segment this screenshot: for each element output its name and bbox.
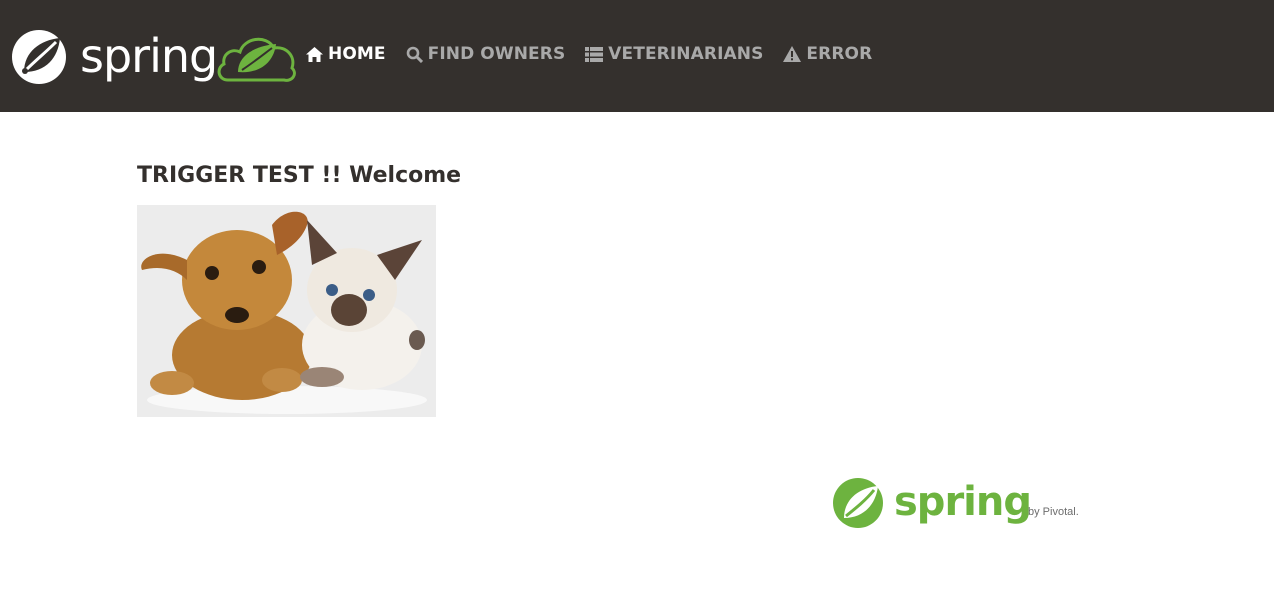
footer-by-pivotal: by Pivotal.	[1028, 506, 1079, 518]
footer-spring-text: spring	[894, 479, 1032, 525]
nav-veterinarians[interactable]: VETERINARIANS	[585, 44, 763, 64]
home-icon	[306, 46, 323, 62]
nav-home-label: HOME	[328, 44, 386, 64]
nav-veterinarians-label: VETERINARIANS	[608, 44, 764, 64]
nav-find-owners-label: FIND OWNERS	[427, 44, 566, 64]
nav-home[interactable]: HOME	[306, 44, 386, 64]
nav-error-label: ERROR	[806, 44, 873, 64]
search-icon	[406, 46, 423, 63]
brand-logo[interactable]: spring	[10, 26, 298, 86]
list-icon	[585, 46, 604, 62]
pets-image	[137, 205, 436, 417]
welcome-heading: TRIGGER TEST !! Welcome	[137, 163, 462, 188]
cloud-leaf-icon	[217, 37, 296, 82]
main-nav: HOME FIND OWNERS VETERINARIANS ERROR	[306, 40, 892, 68]
brand-text: spring	[80, 29, 218, 83]
spring-leaf-icon	[12, 30, 66, 84]
navbar: spring HOME FIND OWNERS VETERINARIANS ER…	[0, 0, 1274, 112]
main-content: TRIGGER TEST !! Welcome	[137, 160, 462, 417]
puppy-kitten-illustration	[141, 211, 427, 414]
spring-leaf-icon	[833, 478, 883, 528]
warning-icon	[783, 46, 802, 62]
nav-error[interactable]: ERROR	[783, 44, 872, 64]
footer-spring-logo: spring by Pivotal.	[832, 476, 1084, 530]
nav-find-owners[interactable]: FIND OWNERS	[406, 44, 566, 64]
